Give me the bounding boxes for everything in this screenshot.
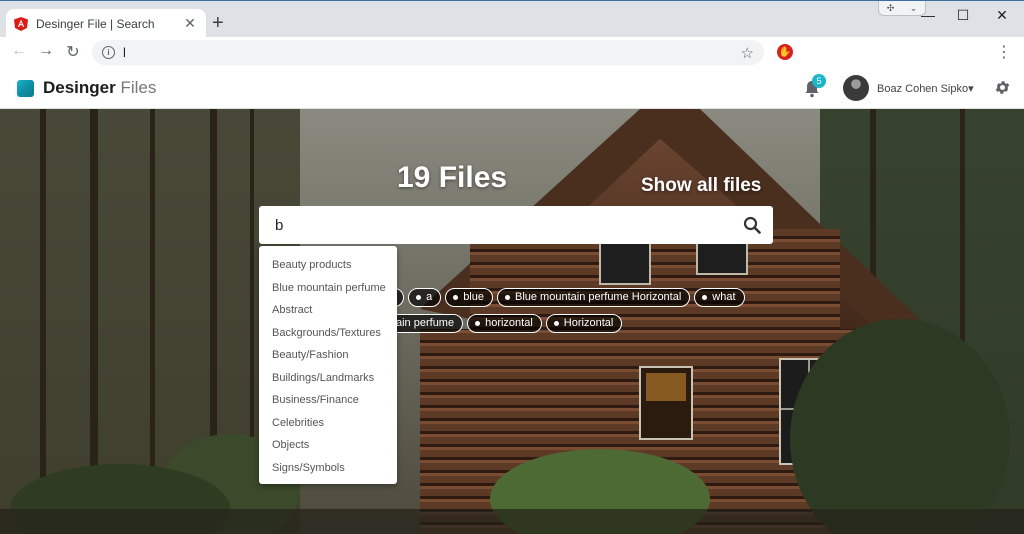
maximize-icon[interactable]: ☐ xyxy=(943,7,983,24)
tag-chip[interactable]: what xyxy=(694,288,745,307)
user-name: Boaz Cohen Sipko xyxy=(877,83,969,95)
tag-chips-row-2: ain perfume horizontal Horizontal xyxy=(392,314,623,333)
tag-chip[interactable]: Blue mountain perfume Horizontal xyxy=(496,288,691,307)
autocomplete-option[interactable]: Objects xyxy=(259,434,397,457)
reload-icon[interactable]: ↻ xyxy=(62,42,84,62)
tag-chip-label: ain perfume xyxy=(396,317,455,329)
gear-icon[interactable] xyxy=(994,79,1011,96)
bullet-icon xyxy=(553,321,559,326)
minimize-icon[interactable]: — xyxy=(908,7,948,23)
browser-menu-icon[interactable]: ⋮ xyxy=(996,42,1012,62)
autocomplete-option[interactable]: Blue mountain perfume xyxy=(259,277,397,300)
search-icon[interactable] xyxy=(743,216,761,234)
user-menu[interactable]: Boaz Cohen Sipko▾ xyxy=(877,82,974,95)
autocomplete-option[interactable]: Beauty/Fashion xyxy=(259,344,397,367)
bullet-icon xyxy=(475,321,481,326)
autocomplete-option[interactable]: Business/Finance xyxy=(259,389,397,412)
tag-chip-label: Horizontal xyxy=(563,317,614,329)
back-icon[interactable]: ← xyxy=(8,42,30,60)
autocomplete-dropdown: Beauty products Blue mountain perfume Ab… xyxy=(259,246,397,484)
star-icon[interactable]: ☆ xyxy=(741,44,754,62)
brand-name-light: Files xyxy=(120,78,157,97)
browser-tabstrip: Desinger File | Search ✕ + ✣ ⌄ — ☐ ✕ xyxy=(0,0,1024,38)
avatar[interactable] xyxy=(843,75,869,101)
browser-toolbar: ← → ↻ i l ☆ ✋ ⋮ xyxy=(0,37,1024,68)
autocomplete-option[interactable]: Abstract xyxy=(259,299,397,322)
autocomplete-option[interactable]: Backgrounds/Textures xyxy=(259,322,397,345)
brand-name[interactable]: Desinger Files xyxy=(43,78,156,98)
search-input[interactable] xyxy=(269,212,741,238)
autocomplete-option[interactable]: Celebrities xyxy=(259,412,397,435)
shrink-icon: ✣ xyxy=(886,2,895,13)
tag-chip[interactable]: blue xyxy=(445,288,493,307)
adblock-icon[interactable]: ✋ xyxy=(777,44,793,60)
info-icon[interactable]: i xyxy=(102,46,115,59)
brand-logo-icon[interactable] xyxy=(17,80,34,97)
autocomplete-option[interactable]: Buildings/Landmarks xyxy=(259,367,397,390)
url-text[interactable]: l xyxy=(123,45,741,60)
angular-logo-icon xyxy=(14,16,28,31)
tag-chip[interactable]: ain perfume xyxy=(392,314,464,333)
hero-section: 19 Files Show all files a blue Blue moun… xyxy=(0,109,1024,534)
brand-name-bold: Desinger xyxy=(43,78,116,97)
tag-chip-label: what xyxy=(712,291,736,303)
autocomplete-option[interactable]: Signs/Symbols xyxy=(259,457,397,480)
window-close-icon[interactable]: ✕ xyxy=(982,7,1022,24)
show-all-files-link[interactable]: Show all files xyxy=(641,175,761,197)
bullet-icon xyxy=(416,295,422,300)
new-tab-icon[interactable]: + xyxy=(212,13,224,33)
forward-icon[interactable]: → xyxy=(35,42,57,60)
caret-down-icon: ▾ xyxy=(968,83,974,95)
files-count-heading: 19 Files xyxy=(397,161,508,194)
tag-chip[interactable]: a xyxy=(408,288,442,307)
search-box xyxy=(259,206,773,244)
tag-chip-label: horizontal xyxy=(485,317,533,329)
bullet-icon xyxy=(702,295,708,300)
app-header: Desinger Files 5 Boaz Cohen Sipko▾ xyxy=(0,68,1024,109)
tag-chip-label: Blue mountain perfume Horizontal xyxy=(514,291,682,303)
tag-chip[interactable]: Horizontal xyxy=(545,314,623,333)
address-bar[interactable]: i l ☆ xyxy=(92,40,764,65)
tag-chips-row-1: a blue Blue mountain perfume Horizontal … xyxy=(392,288,745,307)
autocomplete-option[interactable]: Beauty products xyxy=(259,254,397,277)
tag-chip-label: a xyxy=(426,291,433,303)
bullet-icon xyxy=(504,295,510,300)
tag-chip-label: blue xyxy=(463,291,484,303)
bullet-icon xyxy=(453,295,459,300)
browser-tab[interactable]: Desinger File | Search ✕ xyxy=(6,9,206,38)
tag-chip[interactable]: horizontal xyxy=(467,314,542,333)
notification-count-badge: 5 xyxy=(812,74,826,88)
tab-title: Desinger File | Search xyxy=(36,16,155,31)
tab-close-icon[interactable]: ✕ xyxy=(182,15,198,32)
